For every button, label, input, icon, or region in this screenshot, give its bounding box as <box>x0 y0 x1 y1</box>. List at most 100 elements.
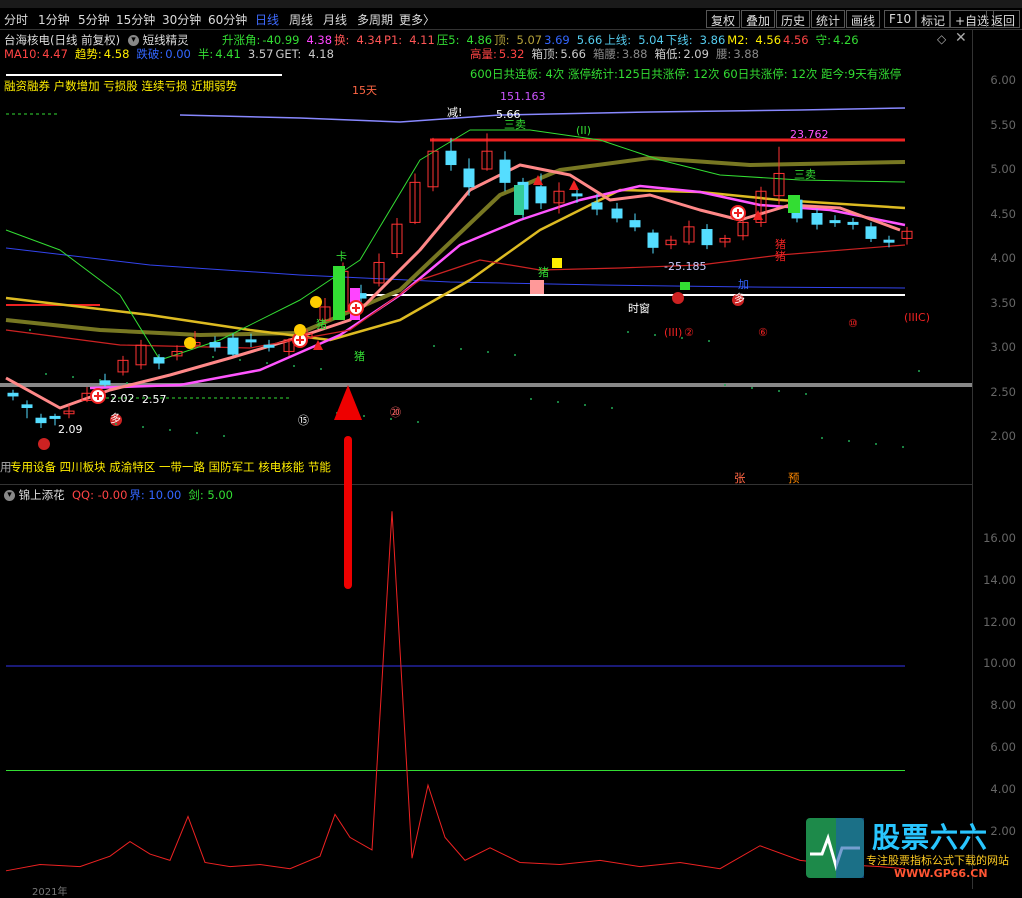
chart-label-low_2_57-7: 2.57 <box>142 393 167 406</box>
chart-label-n5-16: ⑮ <box>298 414 309 427</box>
indicator-tick: 12.00 <box>983 614 1016 629</box>
toolbar-button-1[interactable]: 叠加 <box>741 10 776 28</box>
up-arrow-marker-2 <box>569 180 579 190</box>
watermark-slogan: 专注股票指标公式下载的网站 <box>866 854 1009 867</box>
chart-label-jia-11: 加 <box>738 278 749 291</box>
toolbar-button-6[interactable]: 标记 <box>916 10 951 28</box>
noise-dot-10 <box>99 379 101 381</box>
period-tab-2[interactable]: 5分钟 <box>78 11 110 28</box>
noise-dot-25 <box>654 334 656 336</box>
bottom-concepts: 专用设备 四川板块 成渝特区 一带一路 国防军工 核电核能 节能 <box>10 460 331 474</box>
period-tab-8[interactable]: 月线 <box>323 11 347 28</box>
toolbar-button-4[interactable]: 画线 <box>846 10 881 28</box>
noise-dot-27 <box>848 440 850 442</box>
chart-label-fifteen_days-0: 15天 <box>352 84 377 97</box>
candle-body-15 <box>263 344 275 348</box>
highlight-bar-green-2 <box>788 195 800 213</box>
face-marker-0 <box>184 337 196 349</box>
noise-dot-37 <box>918 370 920 372</box>
chart-label-low_mark-3: -25.185 <box>664 260 706 273</box>
chart-label-n20-17: ⑳ <box>390 406 401 419</box>
red-dot-marker-3 <box>38 438 50 450</box>
red-arrow-annotation <box>334 385 362 589</box>
kline-chart[interactable]: 15天 151.163 23.762 -25.185 减! 时窗 2.09 2.57 2.02 三… <box>0 30 972 485</box>
price-tick: 4.00 <box>990 251 1016 265</box>
chart-label-duo-27: 多 <box>734 291 745 305</box>
toolbar-button-2[interactable]: 历史 <box>776 10 811 28</box>
candle-body-0 <box>7 392 19 397</box>
pink-box <box>530 280 544 294</box>
price-tick: 2.00 <box>990 429 1016 443</box>
noise-dot-23 <box>460 348 462 350</box>
toolbar-button-8[interactable]: 返回 <box>986 10 1021 28</box>
noise-dot-32 <box>433 345 435 347</box>
watermark-url: WWW.GP66.CN <box>894 867 988 880</box>
period-tab-9[interactable]: 多周期 <box>357 11 393 28</box>
noise-dot-11 <box>196 432 198 434</box>
noise-dot-29 <box>142 426 144 428</box>
noise-dot-39 <box>212 356 214 358</box>
candle-body-34 <box>611 208 623 219</box>
face-marker-2 <box>294 324 306 336</box>
toolbar-button-0[interactable]: 复权 <box>706 10 741 28</box>
period-tab-1[interactable]: 1分钟 <box>38 11 70 28</box>
candle-body-36 <box>647 232 659 248</box>
price-tick: 4.50 <box>990 206 1016 221</box>
candle-body-45 <box>811 213 823 225</box>
noise-dot-33 <box>530 398 532 400</box>
period-tab-5[interactable]: 60分钟 <box>208 11 247 28</box>
candle-body-6 <box>99 380 111 385</box>
candle-body-35 <box>629 220 641 228</box>
indicator-tick: 14.00 <box>983 572 1016 587</box>
noise-dot-26 <box>751 387 753 389</box>
period-tab-10[interactable]: 更多〉 <box>399 11 435 28</box>
highlight-bar-teal <box>514 185 524 215</box>
noise-dot-14 <box>487 351 489 353</box>
period-tab-0[interactable]: 分时 <box>4 11 28 28</box>
chart-label-duo-26: 多 <box>110 411 121 425</box>
axis-separator <box>972 30 973 889</box>
noise-dot-24 <box>557 401 559 403</box>
price-tick: 2.50 <box>990 384 1016 399</box>
candle-body-39 <box>701 229 713 246</box>
toolbar-button-5[interactable]: F10 <box>884 10 917 28</box>
chart-label-n10-20: ⑩ <box>848 317 858 330</box>
noise-dot-12 <box>293 365 295 367</box>
noise-dot-2 <box>223 435 225 437</box>
watermark-name: 股票六六 <box>872 821 989 854</box>
candle-body-47 <box>847 221 859 225</box>
candle-body-26 <box>463 168 475 188</box>
period-tab-7[interactable]: 周线 <box>289 11 313 28</box>
noise-dot-15 <box>584 404 586 406</box>
chart-label-iii-14: (III) <box>664 326 682 339</box>
toolbar-button-3[interactable]: 统计 <box>811 10 846 28</box>
price-tick: 6.00 <box>990 73 1016 87</box>
chart-label-iiic-15: (IIIC) <box>904 311 930 324</box>
qq-line <box>5 511 906 872</box>
noise-dot-5 <box>514 354 516 356</box>
title-strip <box>0 0 1022 8</box>
watermark-logo <box>806 818 864 878</box>
noise-dot-36 <box>821 437 823 439</box>
highlight-bar-green <box>333 266 345 320</box>
noise-dot-20 <box>169 429 171 431</box>
period-tab-4[interactable]: 30分钟 <box>162 11 201 28</box>
noise-dot-21 <box>266 362 268 364</box>
noise-dot-18 <box>875 443 877 445</box>
candle-body-14 <box>245 339 257 343</box>
chart-label-zhu-21: 猪 <box>354 350 365 363</box>
period-tab-3[interactable]: 15分钟 <box>116 11 155 28</box>
indicator-tick: 4.00 <box>990 781 1016 796</box>
price-tick: 3.00 <box>990 340 1016 354</box>
candle-body-30 <box>535 186 547 204</box>
chart-label-n2-18: ② <box>684 326 694 339</box>
period-tab-6[interactable]: 日线 <box>255 11 279 28</box>
chart-label-low_2_09-6: 2.09 <box>58 423 83 436</box>
indicator-tick: 8.00 <box>990 698 1016 713</box>
noise-dot-28 <box>45 373 47 375</box>
candle-body-2 <box>35 417 47 424</box>
noise-dot-7 <box>708 340 710 342</box>
chart-label-zhu-24: 猪 <box>775 250 786 263</box>
noise-dot-19 <box>72 376 74 378</box>
green-box <box>680 282 690 290</box>
